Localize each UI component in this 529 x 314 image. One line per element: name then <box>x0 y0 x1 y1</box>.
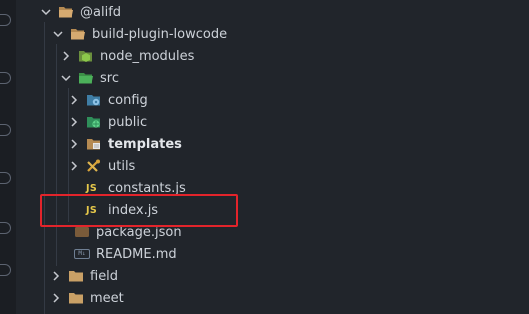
activity-bar-icon[interactable] <box>0 124 11 136</box>
tree-item-label: meet <box>90 290 124 306</box>
tree-item-index-js[interactable]: JS index.js <box>16 199 529 221</box>
chevron-right-icon[interactable] <box>50 292 62 304</box>
json-file-icon <box>74 226 90 238</box>
chevron-down-icon[interactable] <box>40 6 52 18</box>
tree-item-label: templates <box>108 136 182 152</box>
tree-item-label: config <box>108 92 148 108</box>
activity-bar-icon[interactable] <box>0 72 11 84</box>
chevron-right-icon[interactable] <box>60 50 72 62</box>
tree-item-build-plugin-lowcode[interactable]: build-plugin-lowcode <box>16 23 529 45</box>
tree-item-label: index.js <box>108 202 159 218</box>
tree-item-alifd[interactable]: @alifd <box>16 1 529 23</box>
tree-item-label: node_modules <box>100 48 195 64</box>
tree-item-package-json[interactable]: package.json <box>16 221 529 243</box>
tree-item-label: constants.js <box>108 180 186 196</box>
activity-bar-icon[interactable] <box>0 14 11 26</box>
tree-item-src[interactable]: src <box>16 67 529 89</box>
chevron-down-icon[interactable] <box>52 28 64 40</box>
tree-item-meet[interactable]: meet <box>16 287 529 309</box>
chevron-right-icon[interactable] <box>50 270 62 282</box>
folder-open-icon <box>58 5 74 19</box>
node-modules-folder-icon <box>78 49 94 63</box>
tree-item-label: utils <box>108 158 136 174</box>
folder-icon <box>68 269 84 283</box>
activity-bar-icon[interactable] <box>0 222 11 234</box>
js-file-icon: JS <box>86 204 97 216</box>
tree-item-constants-js[interactable]: JS constants.js <box>16 177 529 199</box>
tree-item-label: public <box>108 114 148 130</box>
tree-item-readme-md[interactable]: M↓ README.md <box>16 243 529 265</box>
chevron-right-icon[interactable] <box>68 138 80 150</box>
markdown-file-icon: M↓ <box>74 249 90 259</box>
tree-item-label: src <box>100 70 119 86</box>
tree-item-config[interactable]: config <box>16 89 529 111</box>
activity-bar-icon[interactable] <box>0 172 11 184</box>
chevron-right-icon[interactable] <box>68 116 80 128</box>
folder-open-icon <box>70 27 86 41</box>
utils-folder-icon <box>86 159 102 173</box>
src-folder-icon <box>78 71 94 85</box>
tree-item-label: package.json <box>96 224 182 240</box>
config-folder-icon <box>86 93 102 107</box>
activity-bar-icon[interactable] <box>0 264 11 276</box>
tree-item-node-modules[interactable]: node_modules <box>16 45 529 67</box>
tree-item-templates[interactable]: templates <box>16 133 529 155</box>
chevron-right-icon[interactable] <box>68 94 80 106</box>
tree-item-label: build-plugin-lowcode <box>92 26 228 42</box>
tree-item-label: @alifd <box>80 4 122 20</box>
folder-icon <box>68 291 84 305</box>
public-folder-icon <box>86 115 102 129</box>
templates-folder-icon <box>86 137 102 151</box>
tree-item-utils[interactable]: utils <box>16 155 529 177</box>
js-file-icon: JS <box>86 182 97 194</box>
chevron-down-icon[interactable] <box>60 72 72 84</box>
chevron-right-icon[interactable] <box>68 160 80 172</box>
tree-item-label: README.md <box>96 246 177 262</box>
tree-item-field[interactable]: field <box>16 265 529 287</box>
tree-item-public[interactable]: public <box>16 111 529 133</box>
file-explorer-tree: @alifd build-plugin-lowcode node_modules… <box>16 0 529 314</box>
activity-bar <box>0 0 16 314</box>
tree-item-label: field <box>90 268 119 284</box>
